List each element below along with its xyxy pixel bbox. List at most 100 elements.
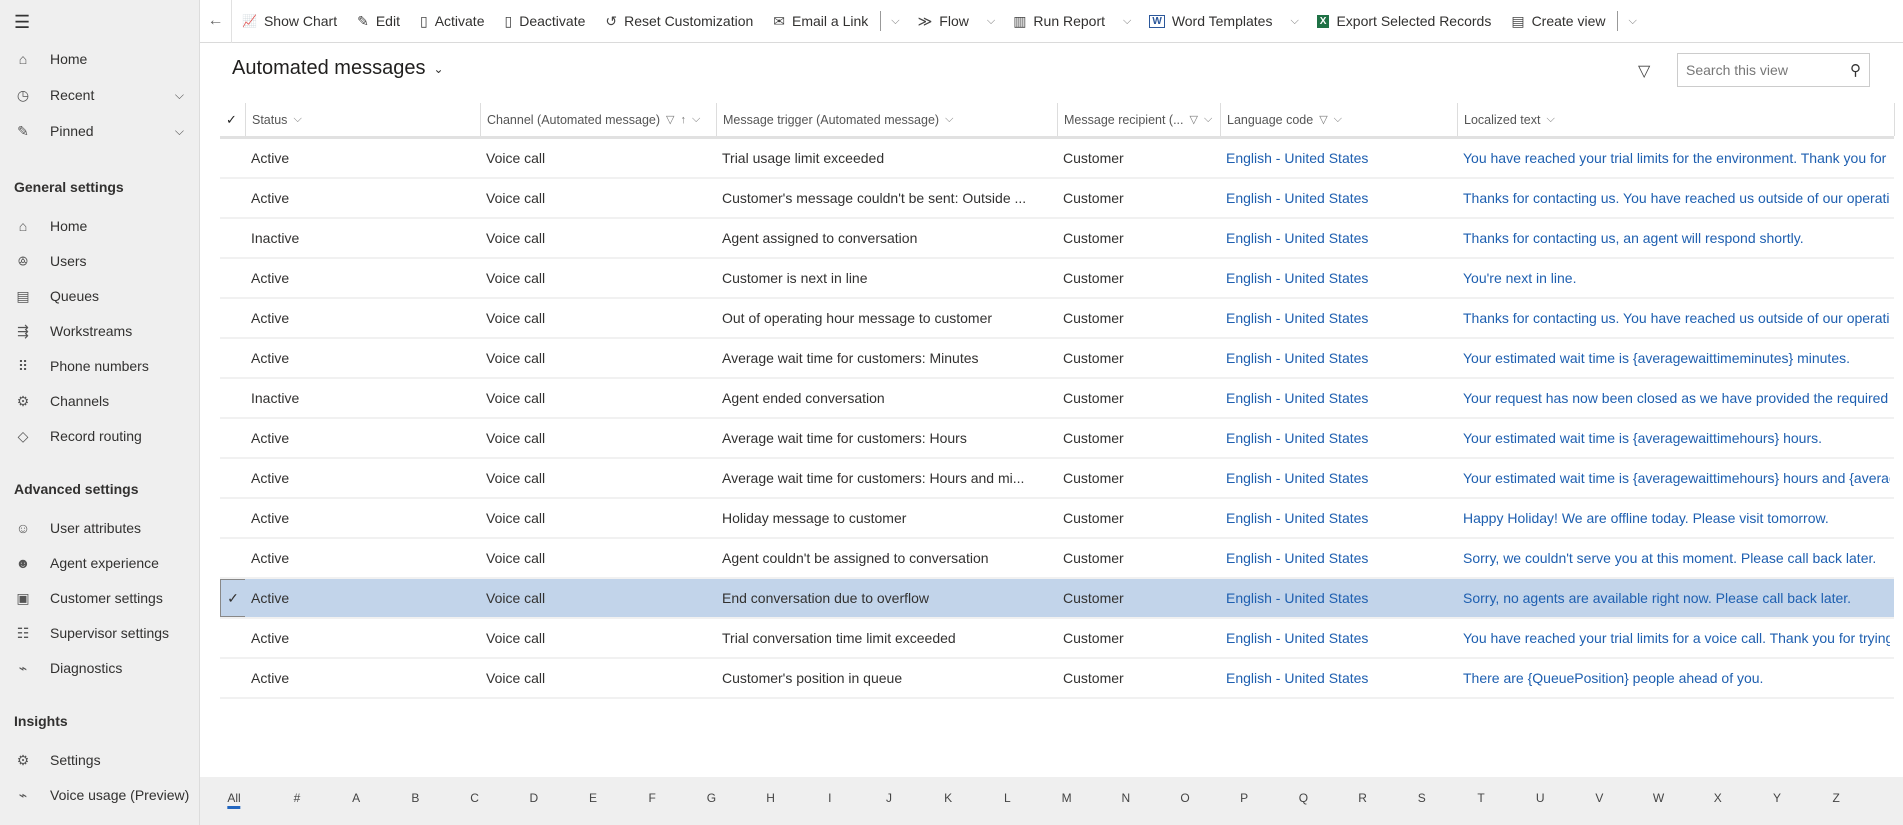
- sidebar-item-user-attributes[interactable]: ☺ User attributes: [0, 512, 200, 544]
- sidebar-item-workstreams[interactable]: ⇶ Workstreams: [0, 315, 200, 347]
- cell-text[interactable]: Your estimated wait time is {averagewait…: [1463, 419, 1890, 457]
- cell-text[interactable]: Your request has now been closed as we h…: [1463, 379, 1890, 417]
- sidebar-item-supervisor-settings[interactable]: ☷ Supervisor settings: [0, 617, 200, 649]
- cell-language[interactable]: English - United States: [1226, 259, 1446, 297]
- column-header-language-code[interactable]: Language code ▽ ⌵: [1220, 103, 1457, 136]
- alphabet-filter-g[interactable]: G: [707, 791, 716, 805]
- sidebar-item-home[interactable]: ⌂ Home: [0, 210, 200, 242]
- activate-button[interactable]: ▯ Activate: [410, 0, 495, 43]
- chevron-down-icon[interactable]: ⌵: [945, 113, 953, 126]
- table-row[interactable]: Active Voice call Agent couldn't be assign…: [220, 539, 1894, 579]
- cell-language[interactable]: English - United States: [1226, 419, 1446, 457]
- alphabet-filter-u[interactable]: U: [1536, 791, 1545, 805]
- cell-language[interactable]: English - United States: [1226, 619, 1446, 657]
- cell-text[interactable]: Thanks for contacting us. You have reach…: [1463, 179, 1890, 217]
- cell-language[interactable]: English - United States: [1226, 339, 1446, 377]
- cell-language[interactable]: English - United States: [1226, 579, 1446, 617]
- table-row[interactable]: Active Voice call Average wait time for cu…: [220, 459, 1894, 499]
- row-checkbox[interactable]: [220, 539, 245, 577]
- table-row[interactable]: Active Voice call Customer's position in q…: [220, 659, 1894, 699]
- sidebar-item-record-routing[interactable]: ◇ Record routing: [0, 420, 200, 452]
- alphabet-filter-y[interactable]: Y: [1773, 791, 1781, 805]
- table-row[interactable]: Active Voice call Trial usage limit exceed…: [220, 139, 1894, 179]
- row-checkbox[interactable]: [220, 259, 245, 297]
- word-templates-button[interactable]: W Word Templates: [1139, 0, 1282, 43]
- create-view-button[interactable]: ▤ Create view: [1501, 0, 1615, 43]
- alphabet-filter-t[interactable]: T: [1477, 791, 1484, 805]
- cell-language[interactable]: English - United States: [1226, 139, 1446, 177]
- alphabet-filter-r[interactable]: R: [1358, 791, 1367, 805]
- cell-text[interactable]: Happy Holiday! We are offline today. Ple…: [1463, 499, 1890, 537]
- table-row[interactable]: Active Voice call Customer's message could…: [220, 179, 1894, 219]
- cell-language[interactable]: English - United States: [1226, 539, 1446, 577]
- cell-language[interactable]: English - United States: [1226, 659, 1446, 697]
- alphabet-filter-z[interactable]: Z: [1833, 791, 1840, 805]
- chevron-down-icon[interactable]: ⌵: [1546, 113, 1554, 126]
- email-a-link-button[interactable]: ✉ Email a Link: [763, 0, 878, 43]
- table-row[interactable]: Inactive Voice call Agent ended conversati…: [220, 379, 1894, 419]
- cell-text[interactable]: You have reached your trial limits for t…: [1463, 139, 1890, 177]
- chevron-down-icon[interactable]: ⌵: [293, 113, 301, 126]
- cell-text[interactable]: You're next in line.: [1463, 259, 1890, 297]
- chevron-down-icon[interactable]: ⌵: [1204, 113, 1212, 126]
- column-header-message-recipient[interactable]: Message recipient (... ▽ ⌵: [1057, 103, 1220, 136]
- table-row[interactable]: Active Voice call Average wait time for cu…: [220, 419, 1894, 459]
- select-all-checkbox[interactable]: ✓: [226, 112, 237, 128]
- flow-button[interactable]: ≫ Flow: [908, 0, 979, 43]
- table-row[interactable]: ✓ Active Voice call End conversation due to…: [220, 579, 1894, 619]
- cell-language[interactable]: English - United States: [1226, 299, 1446, 337]
- row-checkbox[interactable]: [220, 139, 245, 177]
- alphabet-filter-d[interactable]: D: [529, 791, 538, 805]
- alphabet-filter-w[interactable]: W: [1653, 791, 1664, 805]
- column-header-localized-text[interactable]: Localized text ⌵: [1457, 103, 1894, 136]
- edit-button[interactable]: ✎ Edit: [347, 0, 410, 43]
- cell-text[interactable]: You have reached your trial limits for a…: [1463, 619, 1890, 657]
- alphabet-filter-e[interactable]: E: [589, 791, 597, 805]
- alphabet-filter-c[interactable]: C: [470, 791, 479, 805]
- alphabet-filter-k[interactable]: K: [944, 791, 952, 805]
- filter-icon[interactable]: ▽: [666, 113, 674, 126]
- sidebar-item-phone-numbers[interactable]: ⠿ Phone numbers: [0, 350, 200, 382]
- row-checkbox[interactable]: [220, 499, 245, 537]
- row-checkbox[interactable]: [220, 339, 245, 377]
- chevron-down-icon[interactable]: ⌵: [175, 124, 184, 139]
- cell-language[interactable]: English - United States: [1226, 379, 1446, 417]
- table-row[interactable]: Active Voice call Average wait time for cu…: [220, 339, 1894, 379]
- chevron-down-icon[interactable]: ⌵: [1620, 15, 1644, 28]
- search-input[interactable]: [1686, 62, 1836, 78]
- deactivate-button[interactable]: ▯ Deactivate: [495, 0, 596, 43]
- alphabet-filter-s[interactable]: S: [1418, 791, 1426, 805]
- chevron-down-icon[interactable]: ⌵: [1115, 15, 1139, 28]
- row-checkbox[interactable]: [220, 219, 245, 257]
- column-header-message-trigger-automated-message[interactable]: Message trigger (Automated message) ⌵: [716, 103, 1057, 136]
- filter-icon[interactable]: ▽: [1190, 113, 1198, 126]
- alphabet-filter-a[interactable]: A: [352, 791, 360, 805]
- alphabet-filter-v[interactable]: V: [1595, 791, 1603, 805]
- export-selected-records-button[interactable]: X Export Selected Records: [1307, 0, 1502, 43]
- row-checkbox[interactable]: [220, 419, 245, 457]
- row-checkbox[interactable]: [220, 379, 245, 417]
- filter-icon[interactable]: ▽: [1319, 113, 1327, 126]
- cell-language[interactable]: English - United States: [1226, 179, 1446, 217]
- alphabet-filter-all[interactable]: All: [227, 791, 241, 809]
- cell-language[interactable]: English - United States: [1226, 219, 1446, 257]
- alphabet-filter-q[interactable]: Q: [1299, 791, 1308, 805]
- row-checkbox[interactable]: [220, 459, 245, 497]
- table-row[interactable]: Active Voice call Trial conversation time …: [220, 619, 1894, 659]
- alphabet-filter-l[interactable]: L: [1004, 791, 1011, 805]
- table-row[interactable]: Inactive Voice call Agent assigned to conv…: [220, 219, 1894, 259]
- reset-customization-button[interactable]: ↺ Reset Customization: [595, 0, 763, 43]
- cell-language[interactable]: English - United States: [1226, 499, 1446, 537]
- chevron-down-icon[interactable]: ⌵: [1334, 113, 1342, 126]
- column-header-status[interactable]: Status ⌵: [245, 103, 480, 136]
- chevron-down-icon[interactable]: ⌵: [1282, 15, 1306, 28]
- chevron-down-icon[interactable]: ⌵: [979, 15, 1003, 28]
- sidebar-item-channels[interactable]: ⚙ Channels: [0, 385, 200, 417]
- alphabet-filter-p[interactable]: P: [1240, 791, 1248, 805]
- chevron-down-icon[interactable]: ⌵: [692, 113, 700, 126]
- cell-text[interactable]: Sorry, we couldn't serve you at this mom…: [1463, 539, 1890, 577]
- alphabet-filter-j[interactable]: J: [886, 791, 892, 805]
- sort-ascending-icon[interactable]: ↑: [680, 114, 686, 126]
- row-checkbox[interactable]: [220, 179, 245, 217]
- sidebar-item-recent[interactable]: ◷ Recent ⌵: [0, 79, 200, 111]
